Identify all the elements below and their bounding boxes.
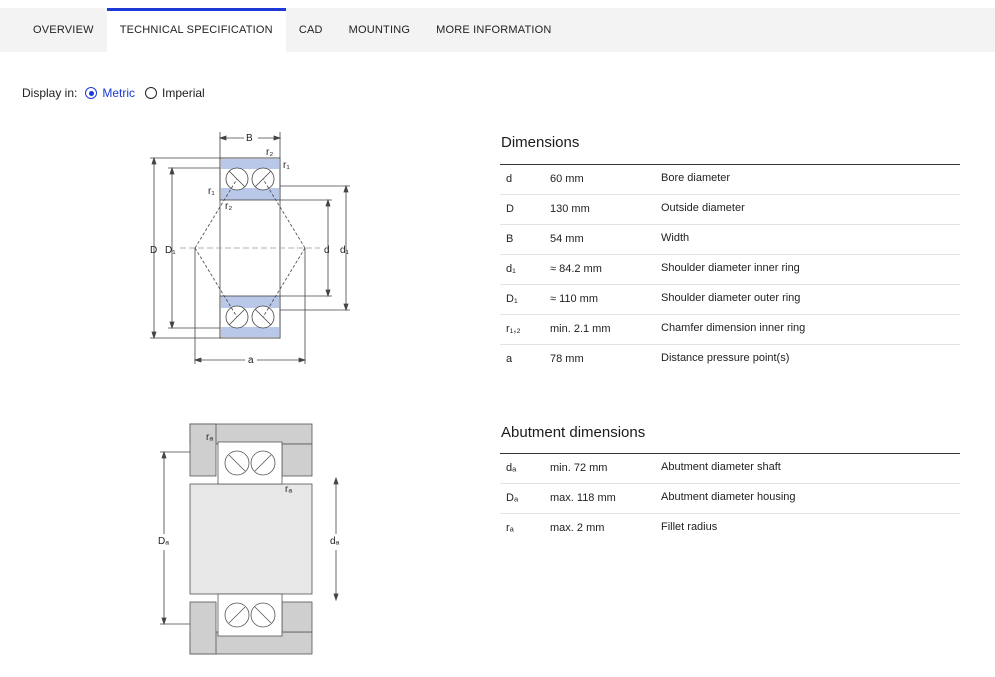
label-Da: Dₐ <box>158 536 169 547</box>
row-symbol: d₁ <box>506 263 516 275</box>
table-row: d 60 mm Bore diameter <box>500 165 960 195</box>
dimensions-table: d 60 mm Bore diameter D 130 mm Outside d… <box>500 164 960 374</box>
label-d: d <box>324 245 330 256</box>
label-r1-top: r₁ <box>283 160 290 171</box>
label-D1: D₁ <box>165 245 176 256</box>
table-row: D 130 mm Outside diameter <box>500 195 960 225</box>
abutment-dimension-drawing: rₐ rₐ Dₐ dₐ <box>158 423 340 655</box>
label-D: D <box>150 245 157 256</box>
label-B: B <box>246 133 253 144</box>
abutment-table: dₐ min. 72 mm Abutment diameter shaft Dₐ… <box>500 453 960 543</box>
row-symbol: dₐ <box>506 462 517 474</box>
row-symbol: rₐ <box>506 522 514 534</box>
table-row: rₐ max. 2 mm Fillet radius <box>500 514 960 543</box>
tab-overview[interactable]: OVERVIEW <box>0 8 107 52</box>
label-r2-top: r₂ <box>266 147 273 158</box>
row-symbol: D₁ <box>506 293 518 305</box>
row-symbol: D <box>506 203 514 215</box>
row-description: Shoulder diameter outer ring <box>661 292 801 304</box>
tab-more-information[interactable]: MORE INFORMATION <box>423 8 564 52</box>
metric-radio[interactable] <box>85 87 98 99</box>
row-description: Bore diameter <box>661 172 731 184</box>
imperial-label[interactable]: Imperial <box>162 86 205 100</box>
tab-bar: OVERVIEW TECHNICAL SPECIFICATION CAD MOU… <box>0 8 995 52</box>
row-value: 130 mm <box>550 203 590 215</box>
row-value: min. 72 mm <box>550 462 608 474</box>
row-description: Chamfer dimension inner ring <box>661 322 806 334</box>
metric-label[interactable]: Metric <box>102 86 135 100</box>
label-r1-left: r₁ <box>208 186 215 197</box>
row-value: 78 mm <box>550 353 584 365</box>
table-row: B 54 mm Width <box>500 225 960 255</box>
row-description: Fillet radius <box>661 521 718 533</box>
row-description: Abutment diameter housing <box>661 491 796 503</box>
row-value: 54 mm <box>550 233 584 245</box>
row-symbol: Dₐ <box>506 492 519 504</box>
row-description: Distance pressure point(s) <box>661 352 790 364</box>
dimensions-title: Dimensions <box>501 134 580 151</box>
row-description: Width <box>661 232 690 244</box>
table-row: d₁ ≈ 84.2 mm Shoulder diameter inner rin… <box>500 255 960 285</box>
row-value: min. 2.1 mm <box>550 323 611 335</box>
row-value: max. 2 mm <box>550 522 605 534</box>
table-row: dₐ min. 72 mm Abutment diameter shaft <box>500 454 960 484</box>
row-symbol: d <box>506 173 513 185</box>
tab-cad[interactable]: CAD <box>286 8 336 52</box>
label-a: a <box>248 355 254 366</box>
abutment-title: Abutment dimensions <box>501 424 646 441</box>
table-row: Dₐ max. 118 mm Abutment diameter housing <box>500 484 960 514</box>
table-row: a 78 mm Distance pressure point(s) <box>500 345 960 374</box>
row-description: Outside diameter <box>661 202 745 214</box>
label-ra-top: rₐ <box>206 432 213 443</box>
label-ra-mid: rₐ <box>285 484 292 495</box>
row-description: Abutment diameter shaft <box>661 461 781 473</box>
display-in-label: Display in: <box>22 86 78 100</box>
row-value: ≈ 84.2 mm <box>550 263 602 275</box>
bearing-dimension-drawing: B r₂ r₁ r₁ r₂ D D₁ d d₁ a <box>150 132 350 366</box>
label-d1: d₁ <box>340 245 350 256</box>
table-row: D₁ ≈ 110 mm Shoulder diameter outer ring <box>500 285 960 315</box>
tab-mounting[interactable]: MOUNTING <box>336 8 423 52</box>
table-row: r₁,₂ min. 2.1 mm Chamfer dimension inner… <box>500 315 960 345</box>
row-value: ≈ 110 mm <box>550 293 599 305</box>
row-symbol: r₁,₂ <box>506 323 521 335</box>
row-value: 60 mm <box>550 173 584 185</box>
row-symbol: a <box>506 353 513 365</box>
label-da: dₐ <box>330 536 340 547</box>
imperial-radio[interactable] <box>145 87 158 99</box>
row-value: max. 118 mm <box>550 492 616 504</box>
row-description: Shoulder diameter inner ring <box>661 262 800 274</box>
row-symbol: B <box>506 233 514 245</box>
tab-technical-specification[interactable]: TECHNICAL SPECIFICATION <box>106 8 286 52</box>
unit-selector: Display in: Metric Imperial <box>22 85 215 101</box>
label-r2-left: r₂ <box>225 201 232 212</box>
